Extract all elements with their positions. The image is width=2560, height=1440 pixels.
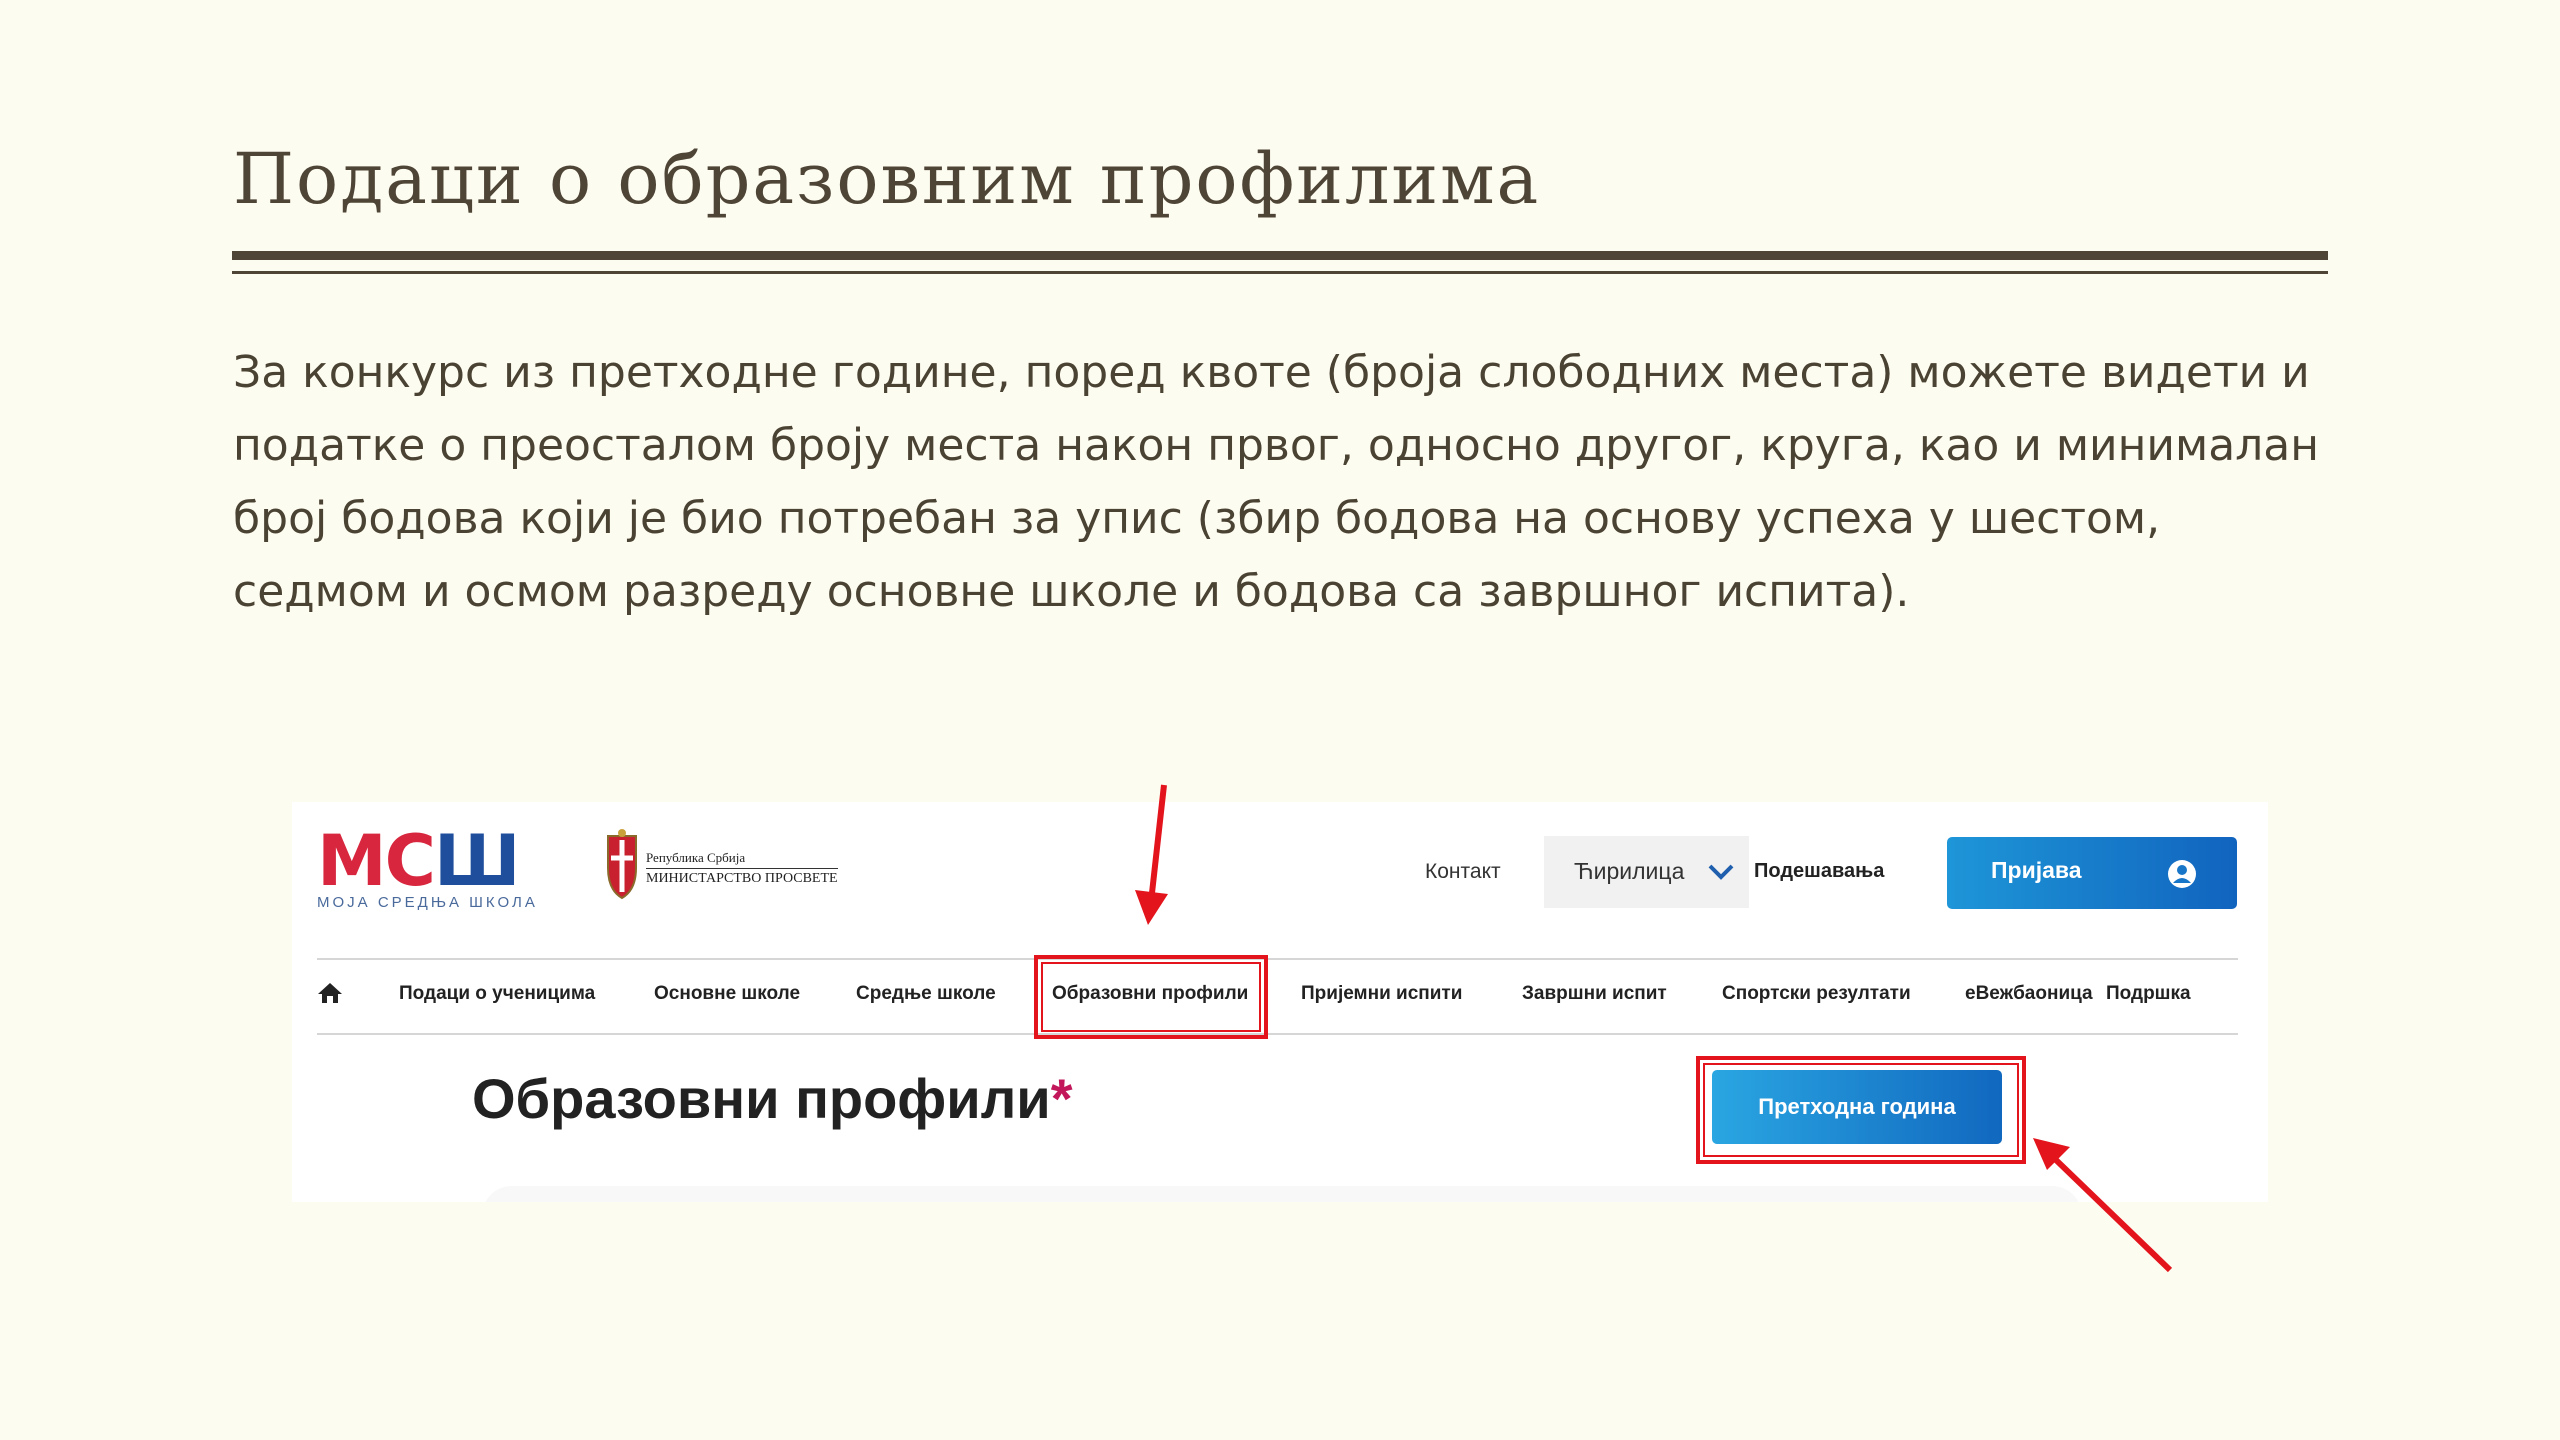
arrow-down-icon xyxy=(1135,784,1168,925)
arrow-up-left-icon xyxy=(2033,1138,2173,1273)
annotation-arrows xyxy=(1135,784,2173,1273)
